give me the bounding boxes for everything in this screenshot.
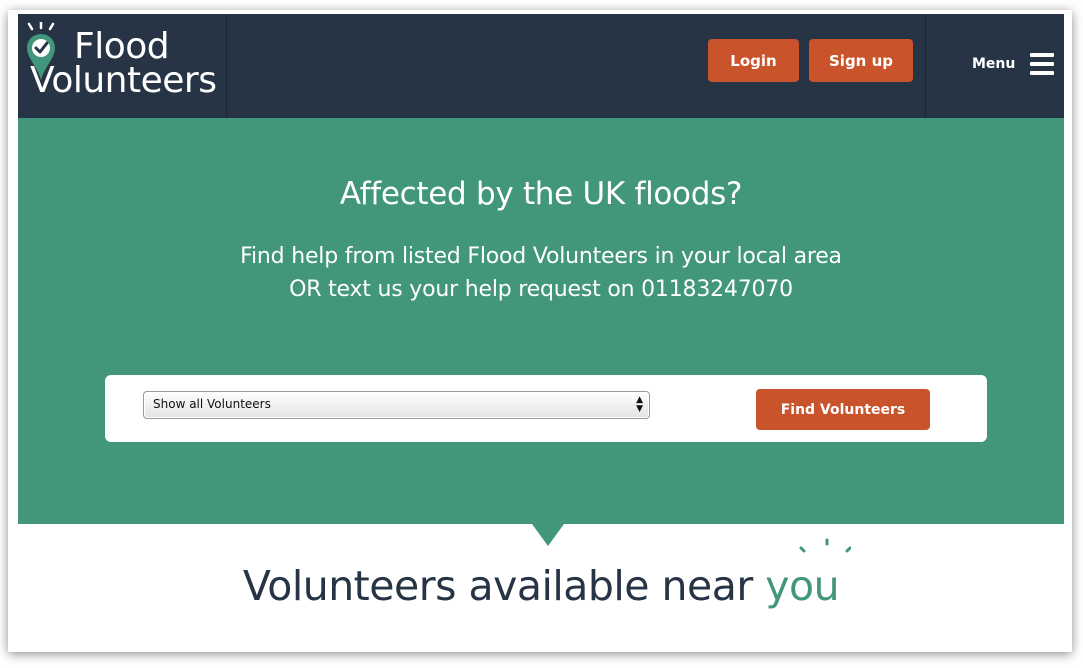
hero-section: Affected by the UK floods? Find help fro… (18, 118, 1064, 524)
hero-title: Affected by the UK floods? (339, 176, 743, 212)
page: Flood Volunteers Login Sign up Menu Affe… (18, 14, 1064, 644)
login-button[interactable]: Login (708, 39, 799, 82)
hero-subtitle-line1: Find help from listed Flood Volunteers i… (240, 244, 842, 269)
browser-frame: Flood Volunteers Login Sign up Menu Affe… (8, 10, 1072, 652)
menu-toggle[interactable]: Menu (925, 14, 1064, 118)
find-volunteers-button[interactable]: Find Volunteers (756, 389, 930, 430)
select-arrows-icon: ▲ ▼ (636, 395, 643, 414)
section-title: Volunteers available near you (18, 562, 1064, 610)
volunteer-filter-select[interactable]: Show all Volunteers ▲ ▼ (143, 391, 650, 419)
signup-button[interactable]: Sign up (809, 39, 913, 82)
site-logo[interactable]: Flood Volunteers (18, 14, 227, 118)
logo-text-line2: Volunteers (30, 60, 217, 101)
hero-subtitle-line2: OR text us your help request on 01183247… (289, 277, 793, 302)
search-panel: Show all Volunteers ▲ ▼ Find Volunteers (105, 375, 987, 442)
menu-label: Menu (972, 56, 1016, 72)
hamburger-icon (1030, 53, 1054, 75)
section-title-accent: you (765, 562, 840, 610)
section-title-text: Volunteers available near (242, 562, 766, 610)
select-value: Show all Volunteers (153, 397, 271, 411)
sparkle-icon (799, 538, 851, 553)
section-pointer (532, 524, 564, 546)
site-header: Flood Volunteers Login Sign up Menu (18, 14, 1064, 118)
